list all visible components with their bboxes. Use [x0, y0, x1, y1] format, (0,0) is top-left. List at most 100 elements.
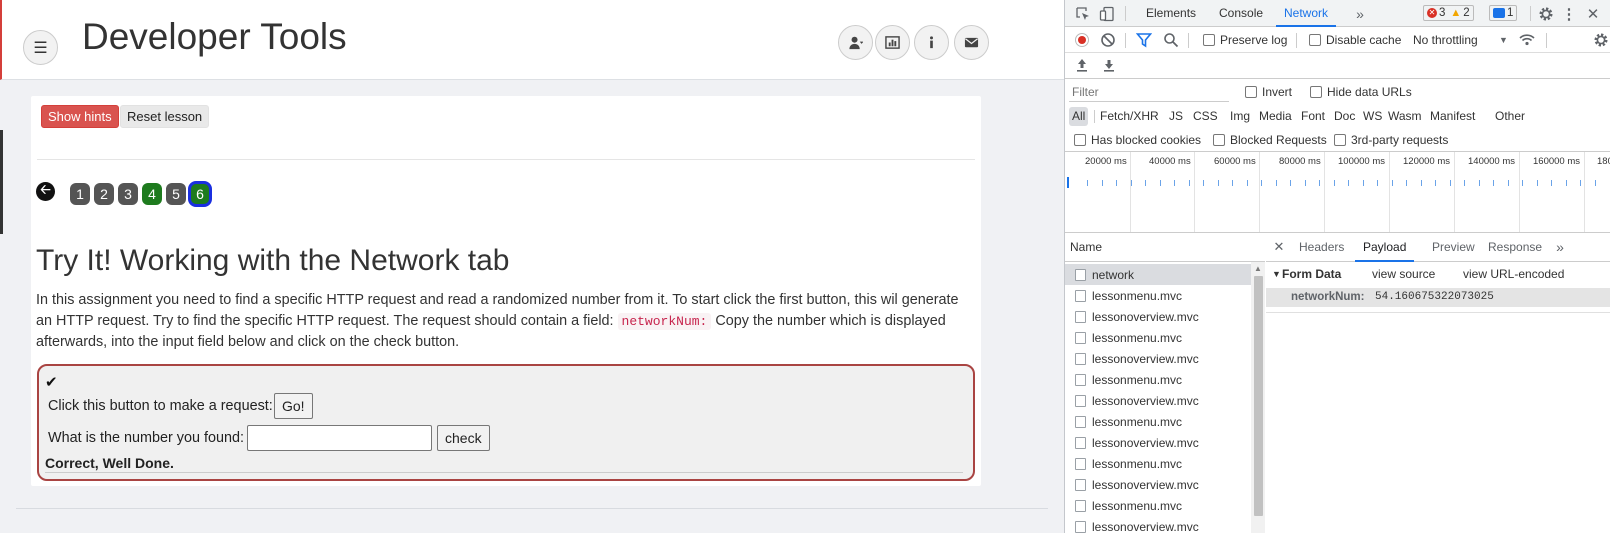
request-row[interactable]: lessonoverview.mvc — [1065, 516, 1251, 533]
filter-input[interactable] — [1069, 83, 1229, 102]
blocked-requests-checkbox[interactable]: Blocked Requests — [1213, 133, 1327, 147]
show-hints-button[interactable]: Show hints — [41, 105, 119, 128]
grid-line — [1389, 152, 1390, 232]
user-menu-button[interactable] — [838, 25, 873, 60]
report-card-button[interactable] — [875, 25, 910, 60]
issues-counter[interactable]: ✕ 3 ▲ 2 — [1423, 5, 1474, 21]
third-party-requests-checkbox[interactable]: 3rd-party requests — [1334, 133, 1448, 147]
type-media[interactable]: Media — [1259, 107, 1292, 126]
collapse-triangle-icon[interactable]: ▼ — [1272, 269, 1281, 279]
request-row[interactable]: lessonoverview.mvc — [1065, 390, 1251, 411]
request-row[interactable]: lessonmenu.mvc — [1065, 453, 1251, 474]
user-icon — [849, 36, 863, 50]
tab-headers[interactable]: Headers — [1299, 233, 1344, 262]
menu-toggle-button[interactable]: ☰ — [23, 30, 58, 65]
hide-data-urls-label: Hide data URLs — [1327, 85, 1412, 99]
throttling-select[interactable]: No throttling ▼ — [1413, 30, 1513, 50]
view-source-link[interactable]: view source — [1372, 267, 1435, 281]
check-button[interactable]: check — [437, 425, 490, 451]
page-link-3[interactable]: 3 — [118, 183, 138, 205]
tab-preview[interactable]: Preview — [1432, 233, 1475, 262]
request-row[interactable]: lessonoverview.mvc — [1065, 474, 1251, 495]
network-number-input[interactable] — [247, 425, 432, 451]
type-ws[interactable]: WS — [1363, 107, 1382, 126]
about-button[interactable] — [914, 25, 949, 60]
divider — [1266, 312, 1610, 313]
go-button[interactable]: Go! — [274, 393, 313, 419]
divider — [16, 508, 1048, 509]
request-row[interactable]: lessonmenu.mvc — [1065, 327, 1251, 348]
preserve-log-checkbox[interactable]: Preserve log — [1203, 33, 1287, 47]
device-toggle-icon[interactable] — [1098, 5, 1116, 22]
page-link-6-current[interactable]: 6 — [188, 181, 212, 207]
warning-icon: ▲ — [1450, 7, 1462, 19]
tab-network[interactable]: Network — [1276, 0, 1337, 27]
timeline-overview[interactable]: 20000 ms 40000 ms 60000 ms 80000 ms 1000… — [1065, 152, 1610, 233]
type-manifest[interactable]: Manifest — [1430, 107, 1475, 126]
record-button[interactable] — [1075, 33, 1089, 47]
request-row[interactable]: network — [1065, 264, 1251, 285]
page-link-2[interactable]: 2 — [94, 183, 114, 205]
type-font[interactable]: Font — [1301, 107, 1325, 126]
search-icon[interactable] — [1163, 32, 1179, 48]
hide-data-urls-checkbox[interactable]: Hide data URLs — [1310, 85, 1412, 99]
grid-line — [1519, 152, 1520, 232]
page-link-1[interactable]: 1 — [70, 183, 90, 205]
clear-icon[interactable] — [1100, 32, 1116, 48]
request-row[interactable]: lessonoverview.mvc — [1065, 432, 1251, 453]
type-wasm[interactable]: Wasm — [1388, 107, 1422, 126]
scrollbar-thumb[interactable] — [1254, 276, 1263, 516]
message-count: 1 — [1507, 7, 1514, 19]
tab-response[interactable]: Response — [1488, 233, 1542, 262]
filter-funnel-icon[interactable] — [1136, 32, 1152, 48]
page-link-4[interactable]: 4 — [142, 183, 162, 205]
type-js[interactable]: JS — [1169, 107, 1183, 126]
tab-elements[interactable]: Elements — [1146, 0, 1196, 27]
request-row[interactable]: lessonmenu.mvc — [1065, 411, 1251, 432]
checkbox — [1074, 134, 1086, 146]
name-column-header[interactable]: Name — [1065, 233, 1265, 262]
request-row[interactable]: lessonmenu.mvc — [1065, 369, 1251, 390]
request-row[interactable]: lessonmenu.mvc — [1065, 285, 1251, 306]
close-devtools-icon[interactable]: ✕ — [1586, 5, 1600, 23]
disable-cache-checkbox[interactable]: Disable cache — [1309, 33, 1401, 47]
inspect-element-icon[interactable] — [1074, 5, 1092, 22]
request-list-scrollbar[interactable]: ▲ — [1251, 262, 1265, 533]
timeline-request-mark — [1565, 180, 1567, 186]
reset-lesson-button[interactable]: Reset lesson — [120, 105, 210, 128]
export-har-download-icon[interactable] — [1101, 57, 1117, 73]
page-link-5[interactable]: 5 — [166, 183, 186, 205]
request-row[interactable]: lessonoverview.mvc — [1065, 306, 1251, 327]
previous-page-arrow-icon[interactable]: 🡠 — [36, 182, 55, 201]
type-all[interactable]: All — [1069, 107, 1089, 126]
tab-payload[interactable]: Payload — [1355, 233, 1415, 262]
request-row[interactable]: lessonmenu.mvc — [1065, 495, 1251, 516]
has-blocked-cookies-checkbox[interactable]: Has blocked cookies — [1074, 133, 1201, 147]
timeline-request-mark — [1333, 180, 1335, 186]
request-name: lessonoverview.mvc — [1092, 519, 1199, 533]
type-fetch-xhr[interactable]: Fetch/XHR — [1100, 107, 1159, 126]
tab-console[interactable]: Console — [1219, 0, 1263, 27]
type-img[interactable]: Img — [1230, 107, 1250, 126]
invert-checkbox[interactable]: Invert — [1245, 85, 1292, 99]
dropdown-arrow-icon: ▼ — [1499, 35, 1508, 45]
type-css[interactable]: CSS — [1193, 107, 1218, 126]
toolbar-divider — [1530, 6, 1531, 21]
request-row[interactable]: lessonoverview.mvc — [1065, 348, 1251, 369]
more-detail-tabs-chevron-icon[interactable]: » — [1553, 239, 1567, 255]
network-conditions-wifi-icon[interactable] — [1518, 32, 1536, 48]
type-other[interactable]: Other — [1495, 107, 1525, 126]
settings-gear-icon[interactable] — [1537, 5, 1555, 22]
close-detail-icon[interactable]: ✕ — [1272, 239, 1286, 255]
contact-button[interactable] — [954, 25, 989, 60]
request-name: lessonoverview.mvc — [1092, 393, 1199, 408]
scroll-up-arrow-icon[interactable]: ▲ — [1254, 264, 1262, 273]
messages-counter[interactable]: 1 — [1489, 5, 1518, 21]
view-url-encoded-link[interactable]: view URL-encoded — [1463, 267, 1564, 281]
import-har-upload-icon[interactable] — [1074, 57, 1090, 73]
more-options-kebab-icon[interactable]: ⋮ — [1562, 5, 1577, 23]
network-settings-gear-icon[interactable] — [1592, 32, 1610, 48]
more-tabs-chevron-icon[interactable]: » — [1353, 5, 1367, 22]
document-file-icon — [1075, 478, 1086, 491]
type-doc[interactable]: Doc — [1334, 107, 1355, 126]
